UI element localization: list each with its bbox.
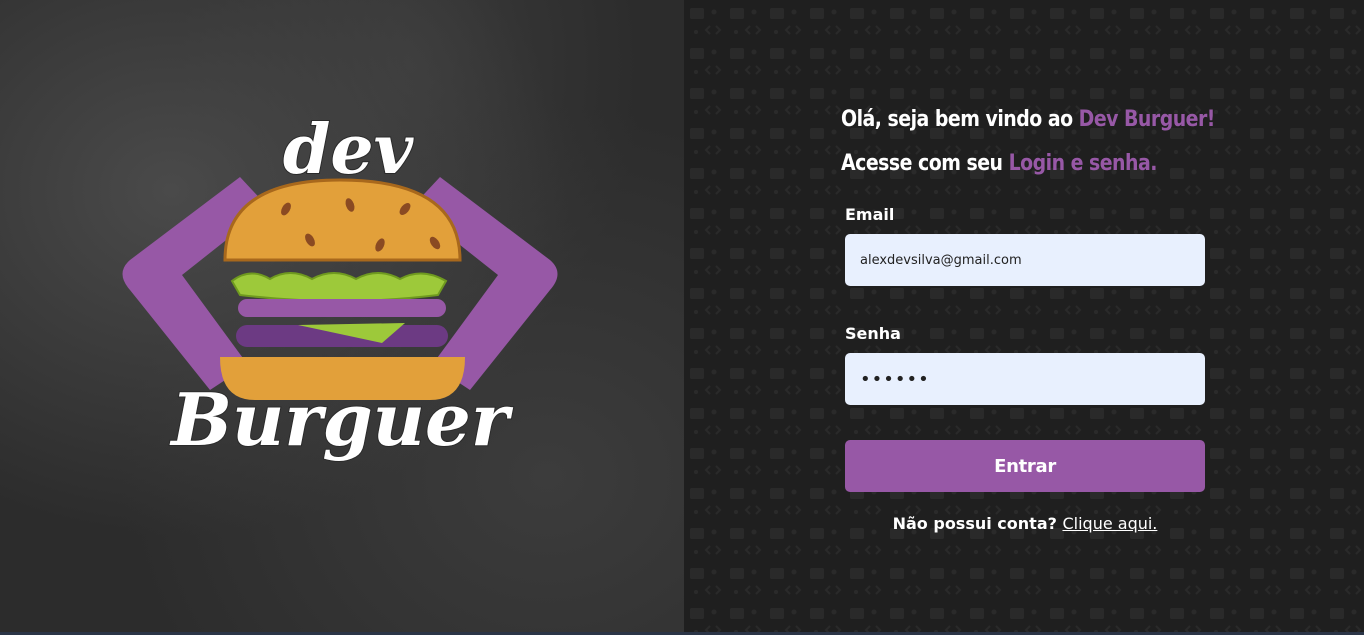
lettuce-shape [230, 272, 448, 302]
headline-line-2: Acesse com seu Login e senha. [841, 142, 1202, 186]
headline-line-1-text: Olá, seja bem vindo ao [841, 107, 1079, 132]
headline-brand-name: Dev Burguer! [1078, 107, 1216, 132]
background-pattern [684, 0, 1364, 635]
logo-word-burguer: Burguer [169, 377, 514, 462]
signup-prompt: Não possui conta? Clique aqui. [845, 514, 1205, 533]
brand-panel: dev Burguer [0, 0, 684, 635]
password-label: Senha [845, 324, 901, 343]
headline-login-accent: Login e senha. [1008, 151, 1158, 176]
welcome-headline: Olá, seja bem vindo ao Dev Burguer! Aces… [841, 98, 1215, 186]
password-field[interactable] [845, 353, 1205, 405]
signup-link[interactable]: Clique aqui. [1062, 514, 1157, 533]
signup-prompt-text: Não possui conta? [892, 514, 1057, 533]
top-bun-shape [223, 178, 462, 262]
headline-line-1: Olá, seja bem vindo ao Dev Burguer! [841, 98, 1215, 142]
login-panel: Olá, seja bem vindo ao Dev Burguer! Aces… [684, 0, 1364, 635]
email-field[interactable] [845, 234, 1205, 286]
dev-burguer-logo: dev Burguer [122, 109, 558, 463]
login-button[interactable]: Entrar [845, 440, 1205, 492]
logo-word-dev: dev [283, 110, 415, 190]
headline-line-2-text: Acesse com seu [841, 151, 1009, 176]
patty-top-shape [238, 299, 446, 317]
email-label: Email [845, 205, 895, 224]
